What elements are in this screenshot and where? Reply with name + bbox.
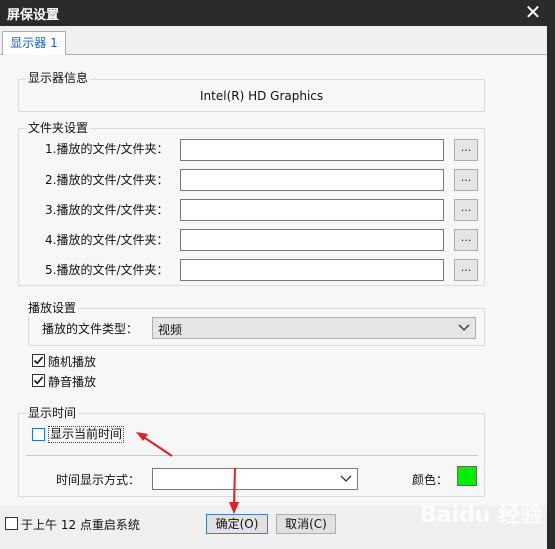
check-icon (33, 356, 44, 365)
restart-label: 于上午 12 点重启系统 (21, 518, 140, 532)
color-label: 颜色： (412, 473, 449, 487)
time-format-label: 时间显示方式： (56, 473, 141, 487)
folder-browse-button-5[interactable]: ... (454, 259, 478, 281)
window-title: 屏保设置 (7, 8, 60, 23)
watermark-text: Baidu 经验 (420, 503, 543, 528)
cancel-button[interactable]: 取消(C) (276, 514, 336, 534)
file-type-select[interactable]: 视频 (152, 317, 476, 339)
folder-label-2: 2.播放的文件/文件夹： (45, 173, 169, 187)
folder-label-1: 1.播放的文件/文件夹： (45, 142, 169, 156)
folder-browse-button-1[interactable]: ... (454, 139, 478, 161)
folder-browse-button-2[interactable]: ... (454, 169, 478, 191)
folder-input-4[interactable] (180, 229, 444, 251)
folder-label-5: 5.播放的文件/文件夹： (45, 263, 169, 277)
title-bar (0, 0, 555, 26)
annotation-arrow (136, 432, 173, 457)
folder-label-4: 4.播放的文件/文件夹： (45, 233, 169, 247)
mute-checkbox[interactable] (32, 374, 45, 387)
display-time-legend: 显示时间 (26, 404, 79, 421)
annotation-arrow (229, 467, 239, 514)
folder-input-1[interactable] (180, 139, 444, 161)
adapter-name: Intel(R) HD Graphics (200, 89, 324, 103)
file-type-label: 播放的文件类型： (42, 322, 139, 336)
check-icon (33, 376, 44, 385)
folder-input-2[interactable] (180, 169, 444, 191)
chevron-down-icon (458, 324, 470, 331)
folder-input-3[interactable] (180, 199, 444, 221)
color-swatch[interactable] (457, 466, 477, 486)
restart-checkbox[interactable] (5, 517, 18, 530)
monitor-info-legend: 显示器信息 (26, 69, 91, 86)
window-edge (547, 26, 555, 549)
show-time-checkbox[interactable] (32, 428, 45, 441)
folder-input-5[interactable] (180, 259, 444, 281)
folder-label-3: 3.播放的文件/文件夹： (45, 203, 169, 217)
show-time-label: 显示当前时间 (48, 426, 125, 443)
folder-settings-legend: 文件夹设置 (26, 119, 91, 136)
chevron-down-icon (340, 475, 352, 482)
file-type-value: 视频 (158, 323, 183, 337)
shuffle-checkbox[interactable] (32, 354, 45, 367)
time-format-select[interactable] (152, 468, 358, 490)
ok-button[interactable]: 确定(O) (206, 514, 268, 534)
close-icon[interactable]: ✕ (519, 0, 547, 26)
playback-legend: 播放设置 (26, 299, 79, 316)
shuffle-label: 随机播放 (48, 355, 97, 369)
time-separator (26, 455, 478, 456)
folder-browse-button-3[interactable]: ... (454, 199, 478, 221)
watermark: Baidu 经验 (420, 497, 542, 529)
mute-label: 静音播放 (48, 375, 97, 389)
tab-monitor-1[interactable]: 显示器 1 (2, 31, 66, 55)
folder-browse-button-4[interactable]: ... (454, 229, 478, 251)
